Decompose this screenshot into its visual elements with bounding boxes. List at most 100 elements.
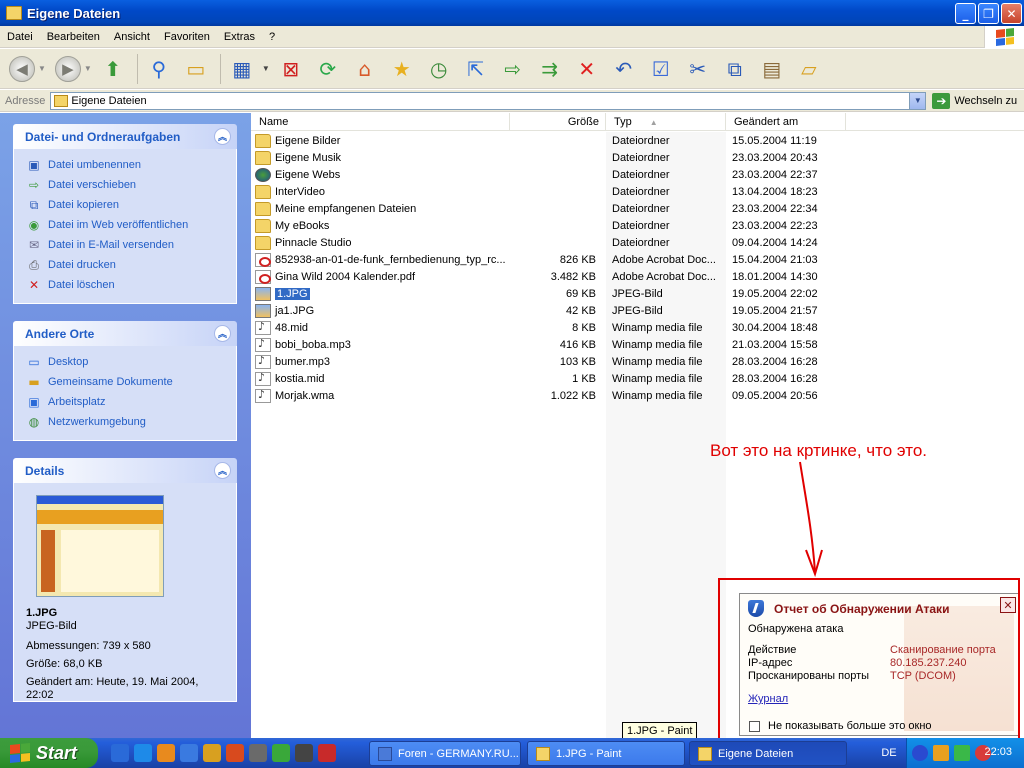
tray-network-icon[interactable] (954, 745, 970, 761)
file-row[interactable]: Eigene Webs Dateiordner 23.03.2004 22:37 (251, 166, 1024, 183)
collapse-icon[interactable]: ︽ (214, 325, 231, 342)
task-delete[interactable]: ✕ Datei löschen (26, 275, 226, 295)
place-desktop[interactable]: ▭ Desktop (26, 352, 226, 372)
undo-icon[interactable]: ↶ (607, 52, 641, 86)
move-to-icon[interactable]: ⇨ (496, 52, 530, 86)
clock[interactable]: 22:03 (984, 746, 1012, 758)
file-name-cell[interactable]: Gina Wild 2004 Kalender.pdf (251, 269, 506, 284)
go-button[interactable]: ➔ Wechseln zu (932, 92, 1017, 109)
start-button[interactable]: Start (0, 738, 98, 768)
column-name[interactable]: Name (251, 113, 510, 131)
dsl-icon[interactable] (249, 744, 267, 762)
file-name-cell[interactable]: bobi_boba.mp3 (251, 337, 506, 352)
file-row[interactable]: Gina Wild 2004 Kalender.pdf 3.482 KB Adobe… (251, 268, 1024, 285)
internet-explorer-icon[interactable] (134, 744, 152, 762)
menu-extras[interactable]: Extras (217, 31, 262, 43)
favorites-star-icon[interactable]: ★ (385, 52, 419, 86)
title-bar[interactable]: Eigene Dateien _ ❐ ✕ (0, 0, 1024, 26)
views-dropdown-icon[interactable]: ▼ (262, 64, 270, 73)
outlook-icon[interactable] (111, 744, 129, 762)
file-name-cell[interactable]: Meine empfangenen Dateien (251, 201, 506, 216)
file-row[interactable]: bobi_boba.mp3 416 KB Winamp media file 21.0… (251, 336, 1024, 353)
history-icon[interactable]: ◷ (422, 52, 456, 86)
menu-datei[interactable]: Datei (0, 31, 40, 43)
file-name-cell[interactable]: 1.JPG (251, 286, 506, 301)
file-name-cell[interactable]: 48.mid (251, 320, 506, 335)
messenger-icon[interactable] (180, 744, 198, 762)
copy-icon[interactable]: ⧉ (718, 52, 752, 86)
file-name-cell[interactable]: My eBooks (251, 218, 506, 233)
popup-close-button[interactable]: ✕ (1000, 597, 1016, 613)
dont-show-checkbox[interactable]: Не показывать больше это окно (749, 720, 932, 732)
checkbox-box[interactable] (749, 720, 760, 732)
forward-icon[interactable]: ▶ (54, 55, 81, 82)
paste-icon[interactable]: ▤ (755, 52, 789, 86)
place-my-computer[interactable]: ▣ Arbeitsplatz (26, 392, 226, 412)
task-publish-web[interactable]: ◉ Datei im Web veröffentlichen (26, 215, 226, 235)
taskbar-button-explorer[interactable]: Eigene Dateien (689, 741, 847, 766)
delete-icon[interactable]: ✕ (570, 52, 604, 86)
winamp-icon[interactable] (203, 744, 221, 762)
file-tasks-header[interactable]: Datei- und Ordneraufgaben ︽ (13, 124, 237, 149)
other-places-header[interactable]: Andere Orte ︽ (13, 321, 237, 346)
task-move[interactable]: ⇨ Datei verschieben (26, 175, 226, 195)
column-size[interactable]: Größe (510, 113, 606, 131)
file-row[interactable]: Eigene Bilder Dateiordner 15.05.2004 11:19 (251, 132, 1024, 149)
file-name-cell[interactable]: Eigene Webs (251, 167, 506, 182)
file-name-cell[interactable]: kostia.mid (251, 371, 506, 386)
task-email[interactable]: ✉ Datei in E-Mail versenden (26, 235, 226, 255)
tray-firewall-icon[interactable] (933, 745, 949, 761)
file-row[interactable]: Pinnacle Studio Dateiordner 09.04.2004 14:… (251, 234, 1024, 251)
task-copy[interactable]: ⧉ Datei kopieren (26, 195, 226, 215)
chevron-down-icon[interactable]: ▼ (909, 92, 926, 109)
close-button[interactable]: ✕ (1001, 3, 1022, 24)
maximize-button[interactable]: ❐ (978, 3, 999, 24)
b-icon[interactable] (295, 744, 313, 762)
file-row[interactable]: Eigene Musik Dateiordner 23.03.2004 20:43 (251, 149, 1024, 166)
details-header[interactable]: Details ︽ (13, 458, 237, 483)
language-indicator[interactable]: DE (872, 738, 906, 768)
file-row[interactable]: kostia.mid 1 KB Winamp media file 28.03.200… (251, 370, 1024, 387)
task-rename[interactable]: ▣ Datei umbenennen (26, 155, 226, 175)
taskbar-button-forum[interactable]: Foren - GERMANY.RU... (369, 741, 521, 766)
cut-icon[interactable]: ✂ (681, 52, 715, 86)
column-type[interactable]: Typ ▲ (606, 113, 726, 131)
collapse-icon[interactable]: ︽ (214, 128, 231, 145)
file-name-cell[interactable]: 852938-an-01-de-funk_fernbedienung_typ_r… (251, 252, 506, 267)
file-name-cell[interactable]: Eigene Bilder (251, 133, 506, 148)
flower-icon[interactable] (272, 744, 290, 762)
file-row[interactable]: 1.JPG 69 KB JPEG-Bild 19.05.2004 22:02 (251, 285, 1024, 302)
file-name-cell[interactable]: InterVideo (251, 184, 506, 199)
delete-file-icon[interactable]: ⊠ (274, 52, 308, 86)
folders-icon[interactable]: ▭ (179, 52, 213, 86)
place-network[interactable]: ◍ Netzwerkumgebung (26, 412, 226, 432)
properties-icon[interactable]: ☑ (644, 52, 678, 86)
taskbar-button-paint[interactable]: 1.JPG - Paint (527, 741, 685, 766)
back-dropdown-icon[interactable]: ▼ (38, 64, 46, 73)
minimize-button[interactable]: _ (955, 3, 976, 24)
search-icon[interactable]: ⚲ (142, 52, 176, 86)
car-icon[interactable] (318, 744, 336, 762)
place-shared-docs[interactable]: ▬ Gemeinsame Dokumente (26, 372, 226, 392)
forward-dropdown-icon[interactable]: ▼ (84, 64, 92, 73)
file-name-cell[interactable]: Eigene Musik (251, 150, 506, 165)
file-row[interactable]: Meine empfangenen Dateien Dateiordner 23.0… (251, 200, 1024, 217)
address-input[interactable]: Eigene Dateien ▼ (50, 91, 927, 110)
folder-options-icon[interactable]: ▱ (792, 52, 826, 86)
refresh-icon[interactable]: ⟳ (311, 52, 345, 86)
column-modified[interactable]: Geändert am (726, 113, 846, 131)
collapse-icon[interactable]: ︽ (214, 462, 231, 479)
media-player-icon[interactable] (157, 744, 175, 762)
home-icon[interactable]: ⌂ (348, 52, 382, 86)
menu-help[interactable]: ? (262, 31, 282, 43)
file-row[interactable]: bumer.mp3 103 KB Winamp media file 28.03.20… (251, 353, 1024, 370)
log-link[interactable]: Журнал (748, 693, 788, 705)
back-icon[interactable]: ◀ (9, 55, 35, 82)
menu-favoriten[interactable]: Favoriten (157, 31, 217, 43)
copy-to-icon[interactable]: ⇉ (533, 52, 567, 86)
views-icon[interactable]: ▦ (225, 52, 259, 86)
file-row[interactable]: 852938-an-01-de-funk_fernbedienung_typ_r… (251, 251, 1024, 268)
map-drive-icon[interactable]: ⇱ (459, 52, 493, 86)
menu-bearbeiten[interactable]: Bearbeiten (40, 31, 107, 43)
file-row[interactable]: Morjak.wma 1.022 KB Winamp media file 09.05… (251, 387, 1024, 404)
